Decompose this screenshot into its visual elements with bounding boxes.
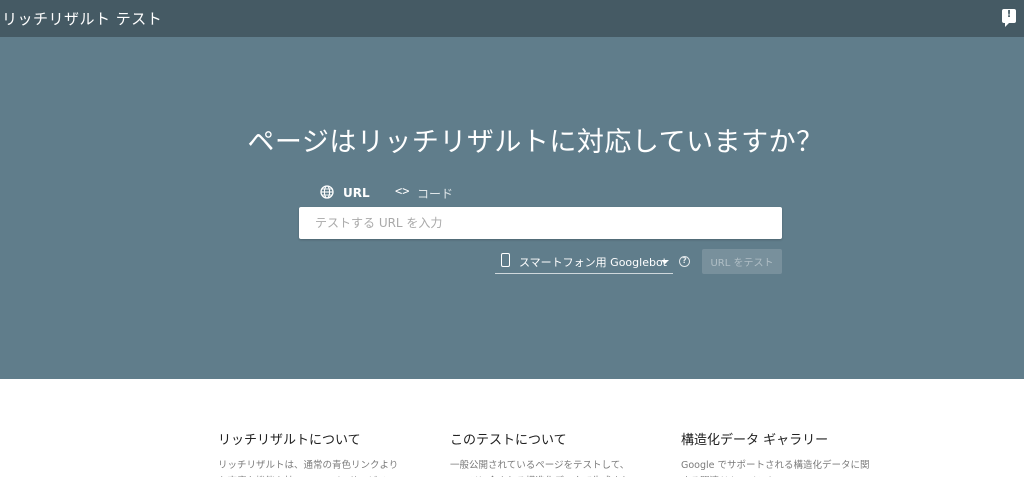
tab-code[interactable]: <> コード — [390, 177, 460, 209]
info-structured-data-gallery: 構造化データ ギャラリー Google でサポートされる構造化データに関 する関… — [681, 429, 881, 477]
smartphone-icon — [501, 253, 510, 267]
code-icon: <> — [395, 184, 410, 198]
top-bar: リッチリザルト テスト ! — [0, 0, 1024, 37]
page-headline: ページはリッチリザルトに対応していますか？ — [247, 127, 824, 158]
feedback-icon[interactable]: ! — [1002, 9, 1016, 27]
info-text: 一般公開されているページをテストして、 ページに含まれる構造化データで生成され — [450, 460, 630, 477]
info-title[interactable]: リッチリザルトについて — [218, 429, 418, 448]
info-rich-results: リッチリザルトについて リッチリザルトは、通常の青色リンクより も高度な機能を持… — [218, 429, 418, 477]
device-select-label: スマートフォン用 Googlebot — [519, 256, 667, 269]
test-url-button[interactable]: URL をテスト — [702, 249, 782, 274]
device-select[interactable]: スマートフォン用 Googlebot — [495, 249, 673, 274]
url-input[interactable] — [299, 207, 782, 239]
chevron-down-icon — [661, 260, 669, 264]
tab-url[interactable]: URL — [304, 177, 378, 209]
info-this-test: このテストについて 一般公開されているページをテストして、 ページに含まれる構造… — [450, 429, 650, 477]
hero-section: ページはリッチリザルトに対応していますか？ URL <> コード スマートフォン… — [0, 37, 1024, 379]
help-icon[interactable]: ? — [679, 256, 690, 267]
tab-code-label: コード — [417, 187, 454, 201]
globe-icon — [320, 185, 334, 199]
info-text: Google でサポートされる構造化データに関 する関連ドキュメント — [681, 460, 870, 477]
info-title[interactable]: このテストについて — [450, 429, 650, 448]
info-text: リッチリザルトは、通常の青色リンクより も高度な機能を持つ、Google サービ… — [218, 460, 399, 477]
tab-url-label: URL — [343, 186, 370, 200]
app-title: リッチリザルト テスト — [2, 10, 163, 28]
info-title[interactable]: 構造化データ ギャラリー — [681, 429, 881, 448]
